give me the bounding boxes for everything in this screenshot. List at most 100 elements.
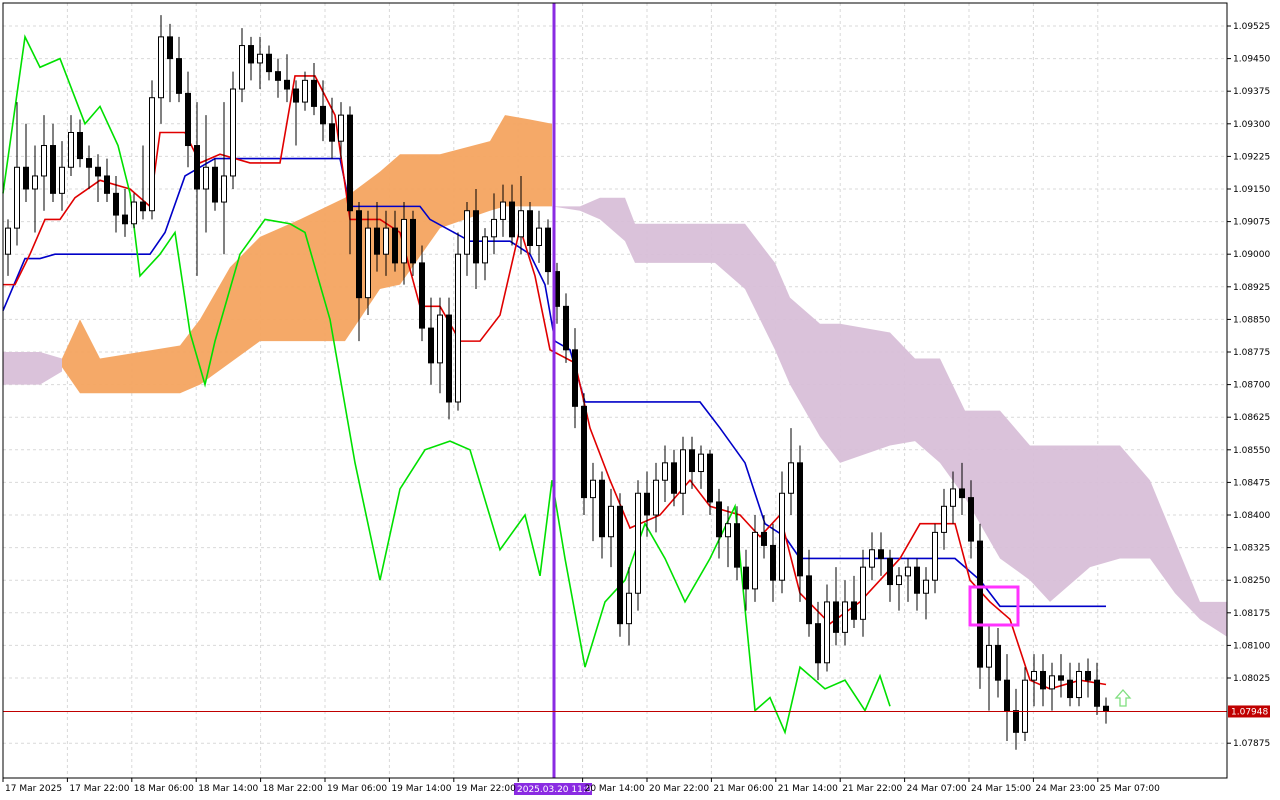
candle-bear <box>311 79 317 107</box>
candle-bull <box>500 201 506 220</box>
y-tick-label: 1.09000 <box>1233 250 1270 260</box>
candle-bear <box>572 349 578 407</box>
candle-bull <box>239 45 245 90</box>
candle-bear <box>527 210 533 247</box>
x-tick-label: 25 Mar 07:00 <box>1100 784 1160 794</box>
y-tick-label: 1.08700 <box>1233 381 1270 391</box>
y-tick-label: 1.08550 <box>1233 446 1270 456</box>
candle-bear <box>968 497 974 542</box>
candle-bear <box>140 201 146 212</box>
candle-bear <box>995 644 1001 681</box>
candle-bear <box>563 305 569 351</box>
candle-bear <box>248 45 254 64</box>
candle-bull <box>842 601 848 633</box>
candle-bear <box>23 166 29 190</box>
candle-bear <box>86 158 92 168</box>
candle-bull <box>401 218 407 264</box>
candle-bear <box>1040 670 1046 690</box>
x-tick-label: 21 Mar 06:00 <box>713 784 773 794</box>
y-tick-label: 1.08625 <box>1233 413 1270 423</box>
candle-bull <box>482 236 488 264</box>
y-tick-label: 1.09450 <box>1233 55 1270 65</box>
candle-bear <box>707 453 713 503</box>
x-tick-label: 17 Mar 22:00 <box>69 784 129 794</box>
candle-bear <box>428 327 434 364</box>
candle-bear <box>1085 670 1091 681</box>
candle-bull <box>653 479 659 516</box>
y-tick-label: 1.08175 <box>1233 609 1270 619</box>
candle-bull <box>779 492 785 581</box>
candle-bull <box>41 145 47 177</box>
candle-bull <box>1031 670 1037 681</box>
y-tick-label: 1.08775 <box>1233 348 1270 358</box>
candle-bear <box>797 462 803 577</box>
candle-bear <box>1013 710 1019 733</box>
candle-bull <box>365 227 371 299</box>
candle-bull <box>491 218 497 238</box>
candle-bear <box>374 227 380 255</box>
candle-bull <box>32 175 38 190</box>
candle-bear <box>50 145 56 194</box>
candle-bear <box>266 53 272 73</box>
y-tick-label: 1.09225 <box>1233 152 1270 162</box>
candle-bull <box>518 210 524 238</box>
candle-bull <box>725 523 731 538</box>
y-tick-label: 1.08400 <box>1233 511 1270 521</box>
candle-bear <box>734 523 740 568</box>
candle-bull <box>635 492 641 594</box>
candle-bull <box>338 114 344 142</box>
candle-bear <box>761 531 767 546</box>
price-chart[interactable]: 2025.03.20 11:001.07948 1.095251.094501.… <box>0 0 1280 800</box>
candle-bear <box>1004 679 1010 712</box>
candle-bear <box>671 462 677 494</box>
y-tick-label: 1.09075 <box>1233 218 1270 228</box>
candle-bear <box>887 557 893 586</box>
candle-bear <box>392 227 398 264</box>
candle-bull <box>221 175 227 203</box>
candle-bear <box>743 566 749 590</box>
candle-bull <box>608 505 614 538</box>
candle-bear <box>329 123 335 142</box>
candle-bear <box>1094 679 1100 707</box>
y-tick-label: 1.09150 <box>1233 185 1270 195</box>
x-tick-label: 19 Mar 14:00 <box>391 784 451 794</box>
y-tick-label: 1.08325 <box>1233 544 1270 554</box>
x-tick-label: 21 Mar 22:00 <box>842 784 902 794</box>
candle-bull <box>680 449 686 494</box>
candle-bull <box>464 210 470 255</box>
candle-bull <box>1049 675 1055 690</box>
candle-bear <box>356 210 362 299</box>
candle-bear <box>347 114 353 212</box>
candle-bull <box>230 88 236 177</box>
candle-bear <box>833 601 839 633</box>
x-tick-label: 20 Mar 14:00 <box>585 784 645 794</box>
candle-bear <box>275 71 281 81</box>
candle-bull <box>257 53 263 64</box>
x-tick-label: 19 Mar 22:00 <box>456 784 516 794</box>
candle-bear <box>104 175 110 194</box>
candle-bear <box>689 449 695 473</box>
y-tick-label: 1.08025 <box>1233 674 1270 684</box>
candle-bull <box>950 488 956 507</box>
candle-bear <box>509 201 515 238</box>
candle-bull <box>383 227 389 255</box>
x-tick-label: 19 Mar 06:00 <box>327 784 387 794</box>
candle-bull <box>986 644 992 668</box>
y-tick-label: 1.08850 <box>1233 315 1270 325</box>
candle-bear <box>977 540 983 668</box>
candle-bull <box>68 131 74 168</box>
x-tick-label: 24 Mar 07:00 <box>907 784 967 794</box>
x-tick-label: 18 Mar 14:00 <box>198 784 258 794</box>
candle-bull <box>158 36 164 99</box>
current-price-label: 1.07948 <box>1231 707 1268 717</box>
candle-bear <box>113 192 119 216</box>
candle-bear <box>167 36 173 60</box>
candle-bull <box>788 462 794 494</box>
candle-bear <box>806 575 812 625</box>
x-tick-label: 21 Mar 14:00 <box>778 784 838 794</box>
candle-bear <box>581 405 587 499</box>
candle-bear <box>1103 705 1109 712</box>
candle-bull <box>905 566 911 577</box>
candle-bear <box>716 501 722 538</box>
x-tick-label: 24 Mar 15:00 <box>971 784 1031 794</box>
